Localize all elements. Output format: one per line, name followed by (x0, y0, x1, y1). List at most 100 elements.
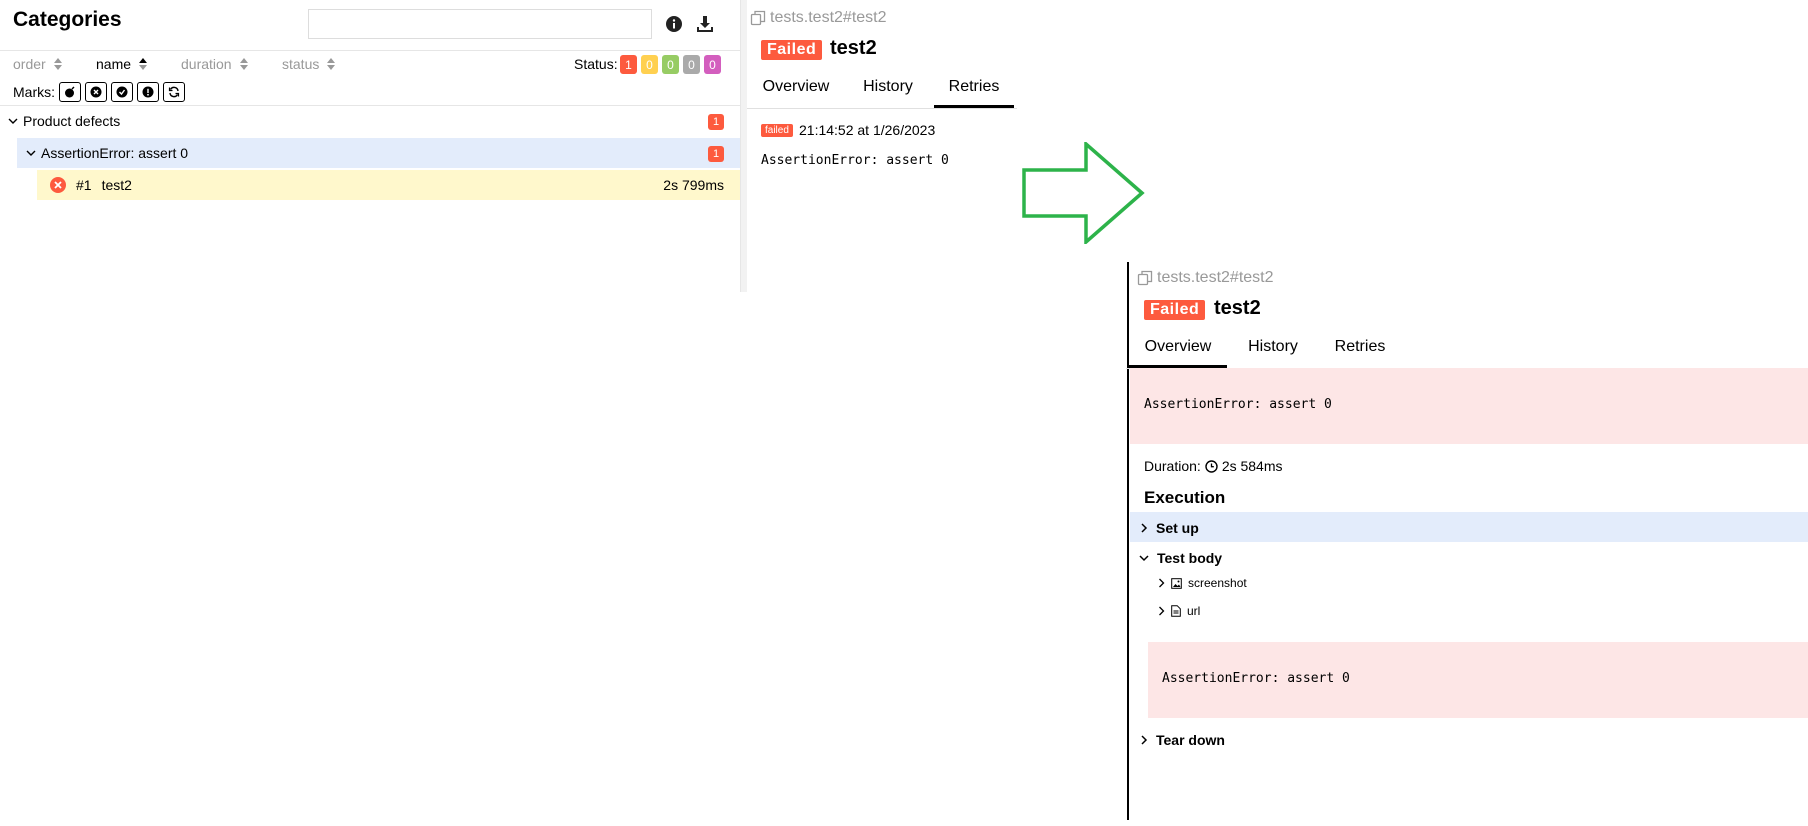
attachment-url-label: url (1187, 604, 1201, 618)
text-file-icon (1171, 605, 1181, 617)
attachment-screenshot-label: screenshot (1188, 576, 1247, 590)
tab-overview[interactable]: Overview (1129, 336, 1227, 368)
chevron-right-icon (1141, 735, 1148, 745)
new-failed-mark-button[interactable] (85, 82, 107, 102)
status-broken-filter[interactable]: 0 (641, 55, 658, 74)
failed-status-icon (50, 177, 66, 193)
arrow-right-icon (1022, 142, 1145, 244)
tab-divider (747, 108, 1017, 109)
sort-label-name: name (96, 56, 132, 72)
copy-icon[interactable] (750, 10, 766, 26)
tree-group-label: Product defects (23, 113, 121, 129)
chevron-down-icon (26, 150, 36, 156)
clock-icon (1205, 459, 1218, 473)
sort-by-order[interactable]: order (13, 56, 62, 72)
tab-history[interactable]: History (842, 76, 934, 108)
sort-asc-icon (139, 58, 148, 70)
sort-icon (239, 58, 248, 70)
set-up-row-bg (1130, 512, 1808, 542)
attachment-url[interactable]: url (1158, 604, 1200, 618)
status-passed-filter[interactable]: 0 (662, 55, 679, 74)
retry-timestamp[interactable]: 21:14:52 at 1/26/2023 (799, 122, 935, 138)
tab-overview[interactable]: Overview (750, 76, 842, 108)
test-order: #1 (76, 177, 92, 193)
tree-subgroup-assertion-error[interactable]: AssertionError: assert 0 1 (17, 138, 740, 168)
new-broken-mark-button[interactable] (137, 82, 159, 102)
info-icon[interactable] (662, 12, 686, 36)
image-file-icon (1171, 577, 1182, 589)
chevron-right-icon (1159, 578, 1165, 588)
test-detail-overview: tests.test2#test2 Failed test2 Overview … (1126, 262, 1808, 826)
tear-down-label: Tear down (1156, 732, 1225, 748)
retries-mark-button[interactable] (163, 82, 185, 102)
tree-subgroup-label: AssertionError: assert 0 (41, 145, 189, 161)
tear-down-section[interactable]: Tear down (1140, 732, 1225, 748)
error-message-block[interactable]: AssertionError: assert 0 (1130, 368, 1808, 444)
test-body-label: Test body (1157, 550, 1223, 566)
categories-pane: Categories order name duration status St… (0, 0, 740, 292)
divider (0, 50, 740, 51)
breadcrumb: tests.test2#test2 (1137, 269, 1274, 287)
breadcrumb: tests.test2#test2 (750, 9, 887, 27)
chevron-down-icon (8, 118, 18, 124)
refresh-icon (168, 86, 180, 98)
sort-icon (327, 58, 336, 70)
status-filter-label: Status: (574, 56, 618, 72)
test-duration: 2s 799ms (663, 177, 724, 193)
execution-heading: Execution (1144, 488, 1226, 507)
chevron-down-icon (1139, 555, 1149, 562)
status-badge: Failed (761, 40, 823, 60)
duration: Duration: 2s 584ms (1144, 458, 1283, 474)
copy-icon[interactable] (1137, 270, 1153, 286)
sort-by-duration[interactable]: duration (181, 56, 248, 72)
test-title: test2 (830, 37, 877, 59)
test-body-section[interactable]: Test body (1139, 550, 1222, 566)
error-message: AssertionError: assert 0 (1144, 397, 1332, 412)
tab-history[interactable]: History (1227, 336, 1319, 368)
sort-label-status: status (282, 56, 320, 72)
marks-bar: Marks: (0, 82, 400, 104)
sort-by-status[interactable]: status (282, 56, 336, 72)
test-title: test2 (1214, 297, 1261, 319)
exclamation-circle-icon (142, 86, 154, 98)
download-icon[interactable] (693, 12, 717, 36)
status-skipped-filter[interactable]: 0 (683, 55, 700, 74)
set-up-label: Set up (1156, 520, 1199, 536)
page-title: Categories (13, 8, 122, 31)
tab-retries[interactable]: Retries (1319, 336, 1401, 368)
chevron-right-icon (1141, 523, 1148, 533)
flaky-mark-button[interactable] (59, 82, 81, 102)
bomb-icon (65, 86, 75, 98)
body-error-message: AssertionError: assert 0 (1162, 671, 1350, 686)
tree-group-product-defects[interactable]: Product defects 1 (0, 106, 740, 136)
sort-label-order: order (13, 56, 46, 72)
tab-retries[interactable]: Retries (934, 76, 1014, 108)
group-count-badge: 1 (708, 114, 724, 130)
breadcrumb-text: tests.test2#test2 (1157, 269, 1274, 286)
duration-label: Duration: (1144, 458, 1201, 474)
sort-icon (53, 58, 62, 70)
attachment-screenshot[interactable]: screenshot (1158, 576, 1247, 590)
marks-label: Marks: (13, 84, 55, 100)
status-failed-filter[interactable]: 1 (620, 55, 637, 74)
set-up-section[interactable]: Set up (1140, 520, 1199, 536)
times-circle-icon (90, 86, 102, 98)
test-row[interactable]: #1 test2 2s 799ms (37, 170, 740, 200)
check-circle-icon (116, 86, 128, 98)
breadcrumb-text: tests.test2#test2 (770, 9, 887, 26)
sort-by-name[interactable]: name (96, 56, 148, 72)
search-input[interactable] (308, 9, 652, 39)
chevron-right-icon (1159, 606, 1165, 616)
status-unknown-filter[interactable]: 0 (704, 55, 721, 74)
body-error-block[interactable]: AssertionError: assert 0 (1148, 642, 1808, 718)
sort-label-duration: duration (181, 56, 232, 72)
test-detail-retries: tests.test2#test2 Failed test2 Overview … (747, 0, 1017, 292)
retry-error-message: AssertionError: assert 0 (761, 153, 949, 168)
new-passed-mark-button[interactable] (111, 82, 133, 102)
duration-value: 2s 584ms (1221, 458, 1283, 474)
retry-status-badge: failed (761, 124, 793, 137)
status-badge: Failed (1144, 300, 1206, 320)
test-name: test2 (101, 177, 132, 193)
pane-splitter[interactable] (740, 0, 747, 292)
sort-bar: order name duration status Status: 1 0 0… (0, 55, 740, 77)
